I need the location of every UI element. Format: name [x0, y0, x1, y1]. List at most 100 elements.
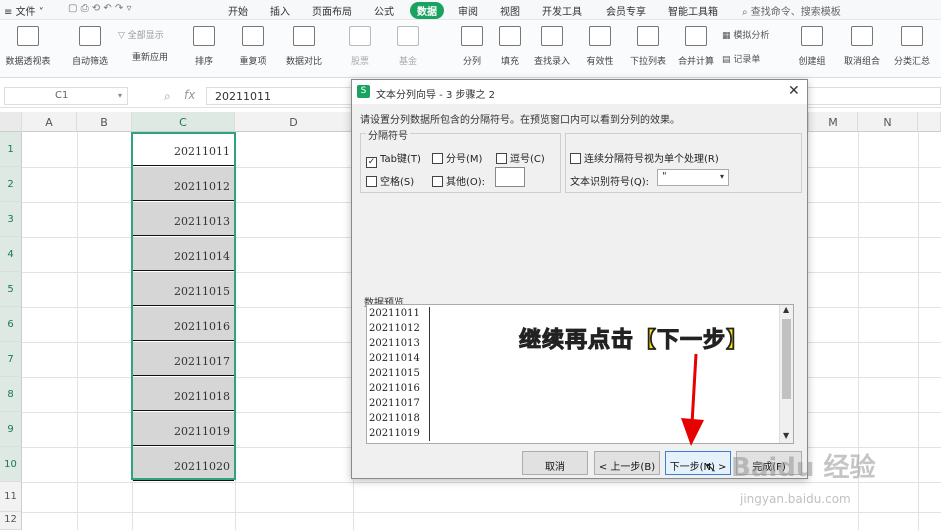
- pivot-table-button[interactable]: 数据透视表: [2, 26, 54, 67]
- column-header-o[interactable]: [918, 112, 941, 132]
- consolidate-button[interactable]: 合并计算: [670, 26, 722, 67]
- space-checkbox[interactable]: 空格(S): [366, 173, 414, 188]
- dropdown-list-button[interactable]: 下拉列表: [622, 26, 674, 67]
- row-header-11[interactable]: 11: [0, 482, 22, 512]
- name-box[interactable]: C1: [4, 87, 128, 105]
- dialog-titlebar[interactable]: S 文本分列向导 - 3 步骤之 2 ✕: [352, 80, 807, 104]
- quick-access-icons[interactable]: ▢ ⎙ ⟲ ↶ ↷ ▿: [68, 3, 132, 14]
- tab-checkbox[interactable]: ✓ Tab键(T): [366, 150, 421, 168]
- what-if-icon: ▦: [722, 31, 734, 41]
- tab-insert[interactable]: 插入: [270, 3, 290, 18]
- qualifier-value: ": [662, 171, 667, 182]
- select-all-corner[interactable]: [0, 112, 22, 132]
- group-label: 创建组: [798, 57, 826, 67]
- command-search-text: 查找命令、搜索模板: [750, 7, 841, 18]
- reapply-button[interactable]: 重新应用: [120, 42, 180, 63]
- pivot-table-label: 数据透视表: [5, 57, 51, 67]
- row-header-8[interactable]: 8: [0, 377, 22, 412]
- back-button[interactable]: < 上一步(B): [594, 451, 660, 475]
- stock-label: 股票: [350, 57, 369, 67]
- row-header-4[interactable]: 4: [0, 237, 22, 272]
- tab-home[interactable]: 开始: [228, 3, 248, 18]
- scrollbar-thumb[interactable]: [782, 319, 791, 399]
- what-if-button[interactable]: ▦ 模拟分析: [722, 28, 769, 41]
- ungroup-button[interactable]: 取消组合: [836, 26, 888, 67]
- data-compare-icon: [293, 26, 315, 46]
- auto-filter-button[interactable]: 自动筛选: [64, 26, 116, 67]
- row-header-10[interactable]: 10: [0, 447, 22, 482]
- preview-scrollbar[interactable]: ▲ ▼: [779, 305, 793, 443]
- row-header-7[interactable]: 7: [0, 342, 22, 377]
- close-icon[interactable]: ✕: [788, 83, 800, 99]
- preview-row: 20211019: [369, 428, 420, 439]
- column-header-b[interactable]: B: [77, 112, 132, 132]
- record-form-button[interactable]: ▤ 记录单: [722, 52, 760, 65]
- duplicates-button[interactable]: 重复项: [227, 26, 279, 67]
- duplicates-label: 重复项: [239, 57, 267, 67]
- tab-developer[interactable]: 开发工具: [542, 3, 582, 18]
- preview-row: 20211018: [369, 413, 420, 424]
- show-all-label: 全部显示: [127, 31, 164, 41]
- column-header-a[interactable]: A: [22, 112, 77, 132]
- scroll-down-icon[interactable]: ▼: [783, 431, 789, 440]
- column-header-n[interactable]: N: [858, 112, 918, 132]
- tab-view[interactable]: 视图: [500, 3, 520, 18]
- what-if-label: 模拟分析: [733, 31, 770, 41]
- scroll-up-icon[interactable]: ▲: [783, 305, 789, 314]
- other-checkbox[interactable]: 其他(O):: [432, 173, 485, 188]
- row-header-9[interactable]: 9: [0, 412, 22, 447]
- ribbon-toolbar: 数据透视表 自动筛选 ▽ 全部显示 重新应用 排序 重复项 数据对比 股票 基金…: [0, 20, 941, 78]
- row-header-2[interactable]: 2: [0, 167, 22, 202]
- cancel-button[interactable]: 取消: [522, 451, 588, 475]
- row-header-6[interactable]: 6: [0, 307, 22, 342]
- name-box-dropdown-icon[interactable]: ▾: [118, 91, 122, 100]
- data-compare-button[interactable]: 数据对比: [278, 26, 330, 67]
- next-button[interactable]: 下一步(N) >: [665, 451, 731, 475]
- show-all-button[interactable]: ▽ 全部显示: [118, 28, 164, 41]
- menu-bar: ≡ 文件 ˅ ▢ ⎙ ⟲ ↶ ↷ ▿ 开始 插入 页面布局 公式 数据 审阅 视…: [0, 0, 941, 20]
- row-header-3[interactable]: 3: [0, 202, 22, 237]
- tab-page-layout[interactable]: 页面布局: [312, 3, 352, 18]
- comma-checkbox[interactable]: 逗号(C): [496, 150, 545, 165]
- dropdown-list-icon: [637, 26, 659, 46]
- tab-data[interactable]: 数据: [410, 2, 444, 19]
- consolidate-icon: [685, 26, 707, 46]
- validation-icon: [589, 26, 611, 46]
- tab-smart-tools[interactable]: 智能工具箱: [668, 3, 718, 18]
- subtotal-button[interactable]: 分类汇总: [886, 26, 938, 67]
- qualifier-select[interactable]: " ▾: [657, 169, 729, 186]
- checkbox-box: [570, 153, 581, 164]
- ungroup-label: 取消组合: [843, 57, 880, 67]
- tab-formulas[interactable]: 公式: [374, 3, 394, 18]
- zoom-icon[interactable]: ⌕: [164, 89, 171, 104]
- row-header-12[interactable]: 12: [0, 512, 22, 530]
- semicolon-checkbox[interactable]: 分号(M): [432, 150, 482, 165]
- qualifier-label: 文本识别符号(Q):: [570, 177, 650, 188]
- column-header-m[interactable]: M: [808, 112, 858, 132]
- row-header-1[interactable]: 1: [0, 132, 22, 167]
- preview-row: 20211015: [369, 368, 420, 379]
- tutorial-annotation: 继续再点击【下一步】: [518, 328, 750, 354]
- app-icon: S: [357, 85, 370, 98]
- other-delimiter-input[interactable]: [495, 167, 525, 187]
- checkbox-box: [366, 176, 377, 187]
- lookup-entry-button[interactable]: 查找录入: [526, 26, 578, 67]
- tab-review[interactable]: 审阅: [458, 3, 478, 18]
- sort-button[interactable]: 排序: [178, 26, 230, 67]
- stock-icon: [349, 26, 371, 46]
- dialog-title: 文本分列向导 - 3 步骤之 2: [376, 90, 496, 101]
- row-header-5[interactable]: 5: [0, 272, 22, 307]
- file-menu[interactable]: ≡ 文件 ˅: [4, 3, 44, 18]
- command-search[interactable]: ⌕ 查找命令、搜索模板: [742, 3, 841, 18]
- column-header-c[interactable]: C: [132, 112, 235, 132]
- tab-member[interactable]: 会员专享: [606, 3, 646, 18]
- fund-button[interactable]: 基金: [382, 26, 434, 67]
- selection-border: [131, 132, 236, 480]
- group-button[interactable]: 创建组: [786, 26, 838, 67]
- sort-icon: [193, 26, 215, 46]
- stock-button[interactable]: 股票: [334, 26, 386, 67]
- consecutive-checkbox[interactable]: 连续分隔符号视为单个处理(R): [570, 150, 719, 165]
- validation-button[interactable]: 有效性: [574, 26, 626, 67]
- function-icon[interactable]: fx: [184, 88, 195, 102]
- column-header-d[interactable]: D: [235, 112, 353, 132]
